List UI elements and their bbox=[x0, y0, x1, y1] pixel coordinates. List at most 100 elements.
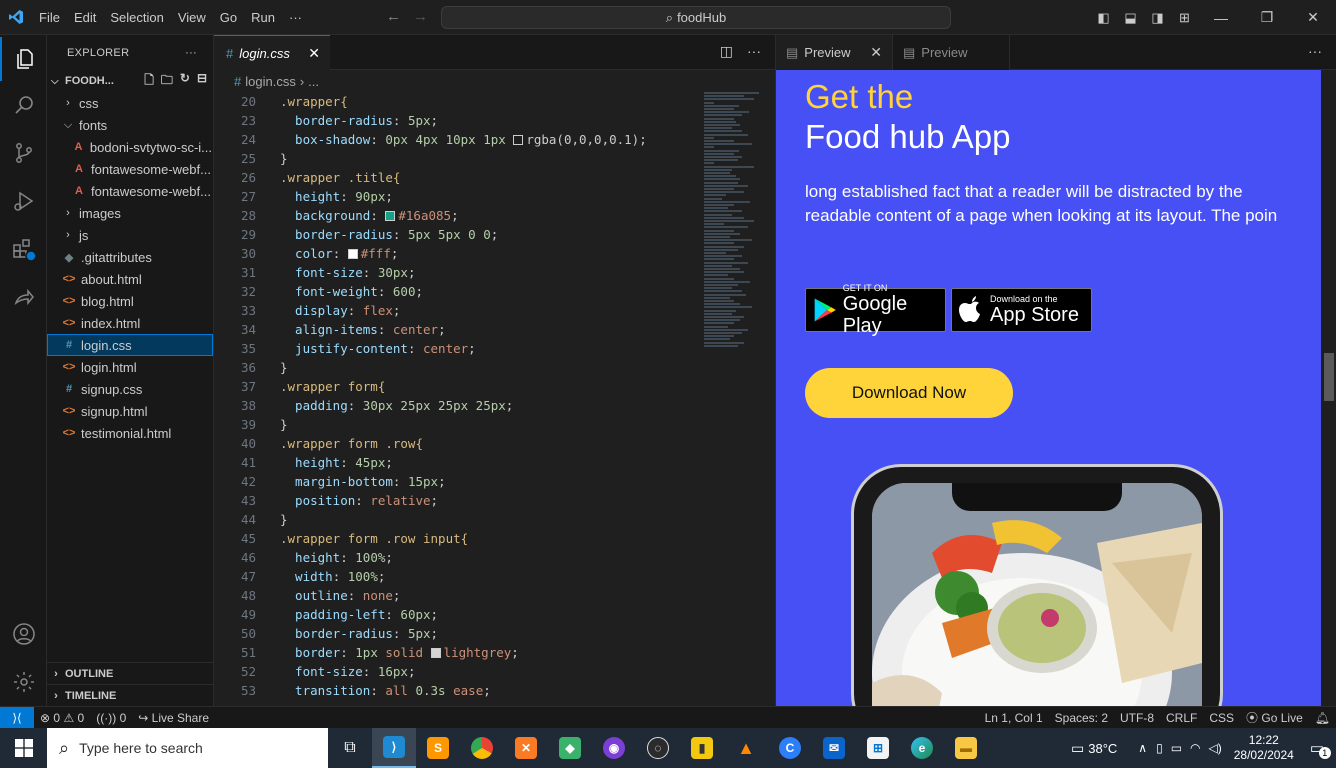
extensions-icon[interactable] bbox=[0, 227, 47, 271]
forward-arrow-icon[interactable]: → bbox=[413, 8, 428, 25]
windows-start-icon[interactable] bbox=[0, 728, 47, 768]
code-line[interactable]: 41 height: 45px; bbox=[214, 453, 694, 472]
new-file-icon[interactable]: 🗋 bbox=[144, 71, 154, 92]
vscode-taskbar-icon[interactable]: ⟩ bbox=[372, 728, 416, 768]
mail-icon[interactable]: ✉ bbox=[812, 728, 856, 768]
collapse-all-icon[interactable]: ⊟ bbox=[197, 71, 207, 92]
problems-indicator[interactable]: ⊗ 0 ⚠ 0 bbox=[34, 711, 90, 725]
battery-icon[interactable]: ▭ bbox=[1167, 741, 1186, 755]
code-line[interactable]: 50 border-radius: 5px; bbox=[214, 624, 694, 643]
toggle-secondary-sidebar-icon[interactable]: ◨ bbox=[1144, 10, 1171, 26]
folder-item[interactable]: › js bbox=[47, 224, 213, 246]
code-line[interactable]: 30 color: #fff; bbox=[214, 244, 694, 263]
cursor-app-icon[interactable]: C bbox=[768, 728, 812, 768]
color-swatch-icon[interactable] bbox=[430, 648, 441, 658]
code-line[interactable]: 44} bbox=[214, 510, 694, 529]
outline-section[interactable]: › OUTLINE bbox=[47, 662, 213, 684]
file-item[interactable]: Afontawesome-webf... bbox=[47, 180, 213, 202]
editor-more-icon[interactable]: ··· bbox=[747, 43, 761, 60]
code-line[interactable]: 25} bbox=[214, 149, 694, 168]
code-line[interactable]: 26 .wrapper .title{ bbox=[214, 168, 694, 187]
ports-indicator[interactable]: ((·)) 0 bbox=[90, 711, 132, 725]
file-item[interactable]: <> index.html bbox=[47, 312, 213, 334]
close-tab-icon[interactable]: ✕ bbox=[870, 44, 882, 61]
restore-button[interactable]: ❐ bbox=[1244, 9, 1290, 26]
code-line[interactable]: 34 align-items: center; bbox=[214, 320, 694, 339]
source-control-icon[interactable] bbox=[0, 131, 47, 175]
code-line[interactable]: 51 border: 1px solid lightgrey; bbox=[214, 643, 694, 662]
file-item[interactable]: <> about.html bbox=[47, 268, 213, 290]
microsoft-store-icon[interactable]: ⊞ bbox=[856, 728, 900, 768]
explorer-more-button[interactable]: ··· bbox=[185, 47, 197, 59]
code-line[interactable]: 36} bbox=[214, 358, 694, 377]
timeline-section[interactable]: › TIMELINE bbox=[47, 684, 213, 706]
file-explorer-icon[interactable]: ▬ bbox=[944, 728, 988, 768]
wifi-icon[interactable]: ◠ bbox=[1186, 741, 1204, 755]
menu-more[interactable]: ··· bbox=[282, 10, 309, 25]
code-line[interactable]: 37 .wrapper form{ bbox=[214, 377, 694, 396]
code-line[interactable]: 43 position: relative; bbox=[214, 491, 694, 510]
folder-item[interactable]: ⌵ fonts bbox=[47, 114, 213, 136]
code-line[interactable]: 38 padding: 30px 25px 25px 25px; bbox=[214, 396, 694, 415]
code-line[interactable]: 20 .wrapper{ bbox=[214, 92, 694, 111]
menu-selection[interactable]: Selection bbox=[103, 10, 170, 25]
account-icon[interactable] bbox=[0, 612, 47, 656]
remote-indicator-icon[interactable]: ⟩⟨ bbox=[0, 706, 34, 729]
obs-icon[interactable]: ◌ bbox=[636, 728, 680, 768]
download-now-button[interactable]: Download Now bbox=[805, 368, 1013, 418]
code-line[interactable]: 40 .wrapper form .row{ bbox=[214, 434, 694, 453]
code-line[interactable]: 28 background: #16a085; bbox=[214, 206, 694, 225]
code-line[interactable]: 49 padding-left: 60px; bbox=[214, 605, 694, 624]
code-line[interactable]: 29 border-radius: 5px 5px 0 0; bbox=[214, 225, 694, 244]
code-line[interactable]: 42 margin-bottom: 15px; bbox=[214, 472, 694, 491]
weather-temp[interactable]: 38°C bbox=[1088, 741, 1133, 756]
code-line[interactable]: 31 font-size: 30px; bbox=[214, 263, 694, 282]
code-line[interactable]: 52 font-size: 16px; bbox=[214, 662, 694, 681]
code-line[interactable]: 39} bbox=[214, 415, 694, 434]
search-icon[interactable] bbox=[0, 83, 47, 127]
chrome-icon[interactable] bbox=[460, 728, 504, 768]
file-item[interactable]: Abodoni-svtytwo-sc-i... bbox=[47, 136, 213, 158]
menu-run[interactable]: Run bbox=[244, 10, 282, 25]
google-play-badge[interactable]: GET IT ON Google Play bbox=[805, 283, 946, 337]
code-line[interactable]: 35 justify-content: center; bbox=[214, 339, 694, 358]
indentation[interactable]: Spaces: 2 bbox=[1049, 711, 1114, 725]
manage-gear-icon[interactable] bbox=[0, 660, 47, 704]
app-store-badge[interactable]: Download on the App Store bbox=[951, 288, 1092, 332]
code-line[interactable]: 32 font-weight: 600; bbox=[214, 282, 694, 301]
close-tab-icon[interactable]: ✕ bbox=[308, 45, 320, 62]
menu-go[interactable]: Go bbox=[213, 10, 244, 25]
code-line[interactable]: 27 height: 90px; bbox=[214, 187, 694, 206]
close-window-button[interactable]: ✕ bbox=[1290, 9, 1336, 26]
tab-preview-active[interactable]: ▤ Preview ✕ bbox=[776, 35, 893, 70]
xampp-icon[interactable]: ✕ bbox=[504, 728, 548, 768]
scrollbar-thumb[interactable] bbox=[1324, 353, 1334, 401]
code-line[interactable]: 33 display: flex; bbox=[214, 301, 694, 320]
customize-layout-icon[interactable]: ⊞ bbox=[1171, 10, 1198, 26]
workspace-folder[interactable]: ⌵ FOODH... 🗋 🗀 ↻ ⊟ bbox=[47, 70, 213, 92]
toggle-panel-icon[interactable]: ⬓ bbox=[1117, 10, 1144, 26]
toggle-primary-sidebar-icon[interactable]: ◧ bbox=[1090, 10, 1117, 26]
file-item[interactable]: ◆ .gitattributes bbox=[47, 246, 213, 268]
github-desktop-icon[interactable]: ◉ bbox=[592, 728, 636, 768]
git-client-icon[interactable]: ◆ bbox=[548, 728, 592, 768]
sublime-text-icon[interactable]: S bbox=[416, 728, 460, 768]
notifications-bell-icon[interactable]: 🔔︎ bbox=[1309, 711, 1336, 725]
file-item[interactable]: <> blog.html bbox=[47, 290, 213, 312]
file-item[interactable]: <> login.html bbox=[47, 356, 213, 378]
volume-icon[interactable]: ◁) bbox=[1205, 741, 1226, 755]
live-share-icon[interactable] bbox=[0, 275, 47, 319]
end-of-line[interactable]: CRLF bbox=[1160, 711, 1203, 725]
notification-center-icon[interactable]: ▭ 1 bbox=[1302, 739, 1336, 759]
tab-login-css[interactable]: # login.css ✕ bbox=[214, 35, 330, 70]
back-arrow-icon[interactable]: ← bbox=[386, 8, 401, 25]
code-line[interactable]: 24 box-shadow: 0px 4px 10px 1px rgba(0,0… bbox=[214, 130, 694, 149]
menu-view[interactable]: View bbox=[171, 10, 213, 25]
explorer-icon[interactable] bbox=[0, 37, 47, 81]
minimap[interactable] bbox=[696, 92, 766, 352]
code-line[interactable]: 23 border-radius: 5px; bbox=[214, 111, 694, 130]
menu-file[interactable]: File bbox=[32, 10, 67, 25]
vlc-icon[interactable]: ▲ bbox=[724, 728, 768, 768]
color-swatch-icon[interactable] bbox=[513, 135, 524, 145]
new-folder-icon[interactable]: 🗀 bbox=[161, 71, 173, 92]
